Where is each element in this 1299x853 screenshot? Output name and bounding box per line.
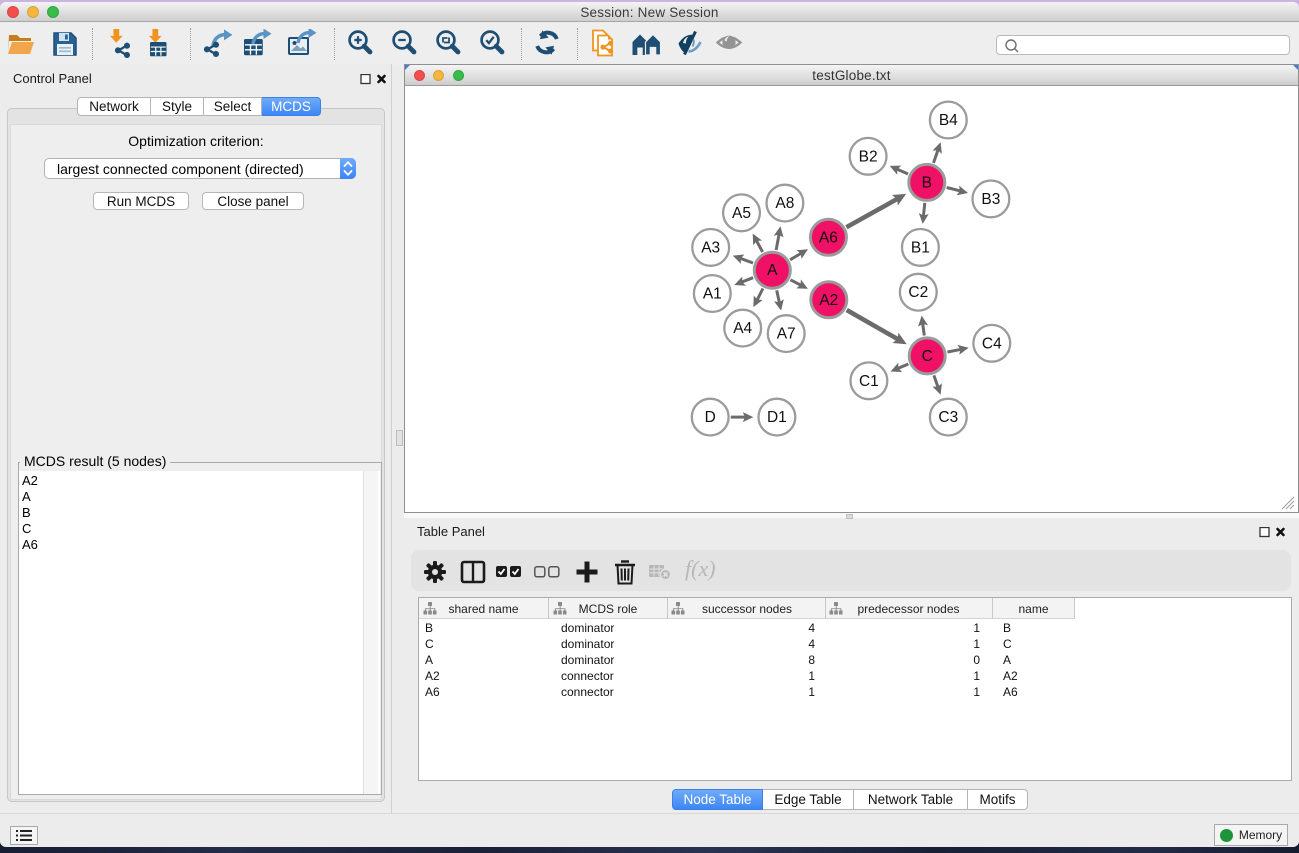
svg-text:C1: C1 [859, 373, 879, 390]
svg-text:A3: A3 [701, 239, 720, 256]
svg-text:A7: A7 [777, 326, 796, 343]
svg-text:C2: C2 [908, 284, 928, 301]
svg-text:A: A [767, 262, 778, 279]
svg-text:C: C [922, 348, 933, 365]
svg-text:C3: C3 [938, 409, 958, 426]
svg-text:B1: B1 [911, 239, 930, 256]
svg-text:B2: B2 [859, 148, 878, 165]
svg-text:A6: A6 [819, 229, 838, 246]
svg-text:A4: A4 [733, 320, 752, 337]
svg-text:B3: B3 [981, 191, 1000, 208]
svg-text:A2: A2 [819, 292, 838, 309]
svg-text:D: D [705, 409, 716, 426]
svg-text:B4: B4 [939, 112, 958, 129]
svg-text:A5: A5 [732, 205, 751, 222]
svg-text:A1: A1 [703, 286, 722, 303]
svg-text:D1: D1 [767, 409, 787, 426]
svg-text:B: B [922, 174, 932, 191]
svg-text:A8: A8 [775, 195, 794, 212]
svg-text:C4: C4 [982, 335, 1002, 352]
